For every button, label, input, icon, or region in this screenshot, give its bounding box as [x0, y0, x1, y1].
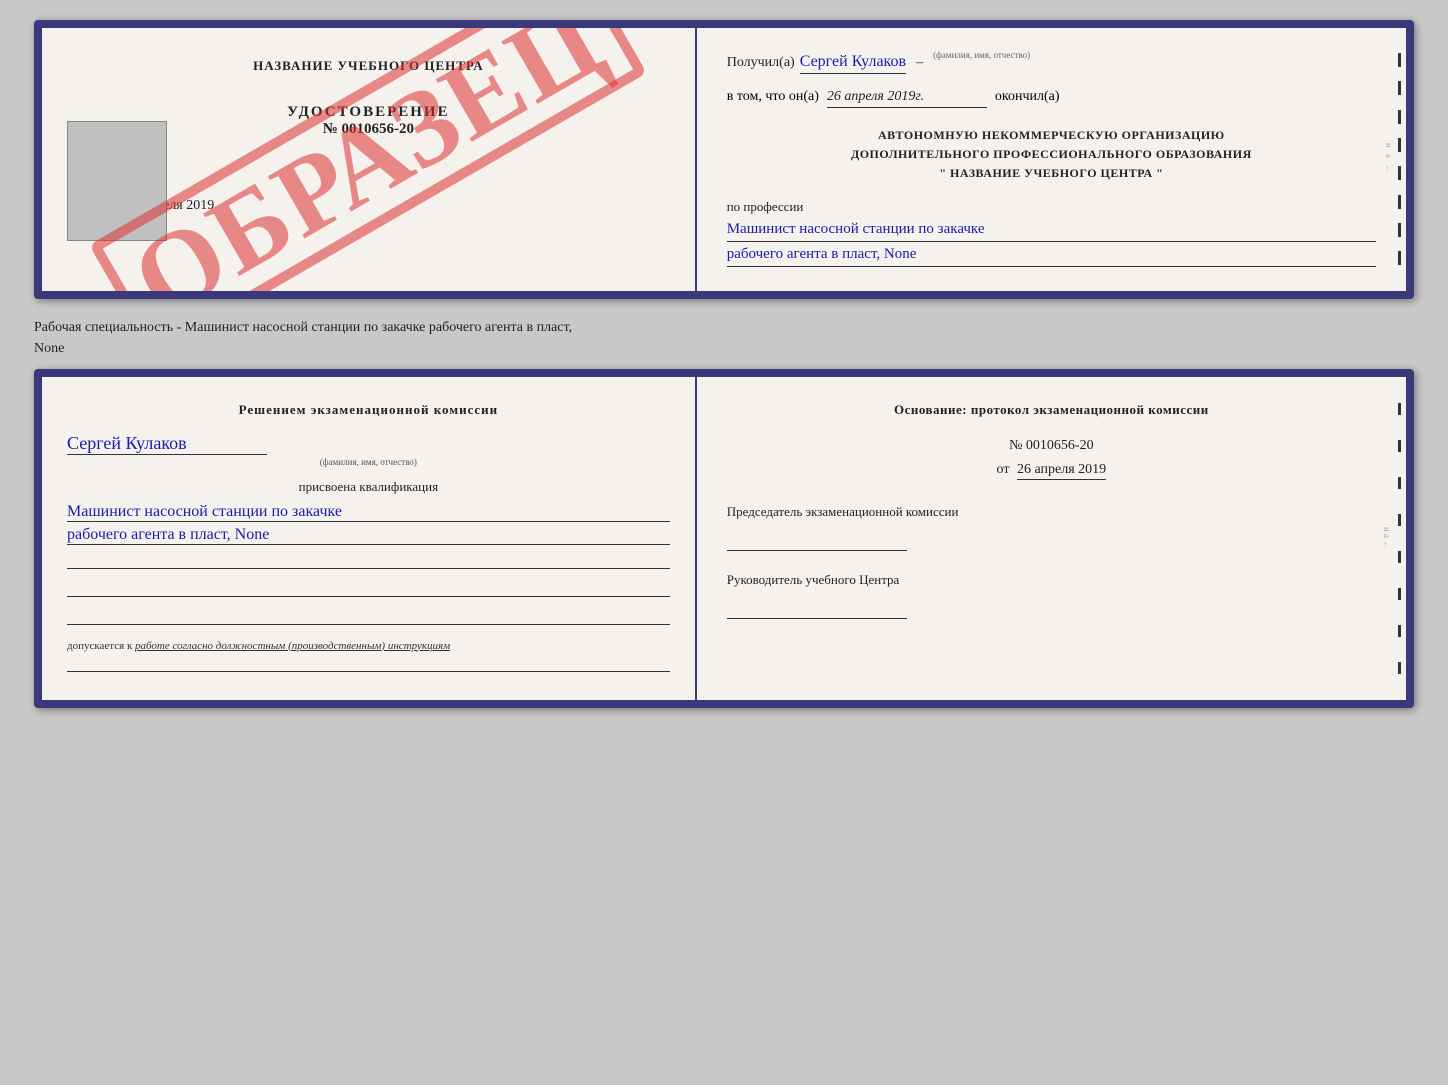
side-line	[1398, 166, 1401, 180]
permission-block: допускается к работе согласно должностны…	[67, 640, 670, 652]
recipient-hint: (фамилия, имя, отчество)	[933, 50, 1030, 60]
date-value: 26 апреля 2019г.	[827, 89, 987, 108]
name-hint: (фамилия, имя, отчество)	[67, 457, 670, 467]
decision-title: Решением экзаменационной комиссии	[67, 402, 670, 418]
bottom-doc-right: Основание: протокол экзаменационной коми…	[697, 377, 1406, 700]
r-side-line	[1398, 403, 1401, 415]
finished-label: окончил(а)	[995, 89, 1060, 105]
bottom-person-name: Сергей Кулаков	[67, 433, 267, 455]
cert-label: УДОСТОВЕРЕНИЕ	[67, 104, 670, 121]
protocol-number: № 0010656-20	[727, 438, 1376, 454]
org-block: АВТОНОМНУЮ НЕКОММЕРЧЕСКУЮ ОРГАНИЗАЦИЮ ДО…	[727, 126, 1376, 184]
qual-line2: рабочего агента в пласт, None	[67, 526, 670, 545]
side-line	[1398, 53, 1401, 67]
permission-prefix: допускается к	[67, 640, 132, 652]
side-line	[1398, 195, 1401, 209]
side-line	[1398, 110, 1401, 124]
r-side-line	[1398, 662, 1401, 674]
received-label: Получил(а)	[727, 55, 795, 71]
side-line	[1398, 138, 1401, 152]
top-school-name: НАЗВАНИЕ УЧЕБНОГО ЦЕНТРА	[67, 58, 670, 74]
side-line	[1398, 251, 1401, 265]
profession-label: по профессии	[727, 199, 1376, 215]
chairman-title: Председатель экзаменационной комиссии	[727, 503, 1376, 521]
org-line3: " НАЗВАНИЕ УЧЕБНОГО ЦЕНТРА "	[727, 164, 1376, 183]
top-document: НАЗВАНИЕ УЧЕБНОГО ЦЕНТРА УДОСТОВЕРЕНИЕ №…	[34, 20, 1414, 299]
protocol-number-value: № 0010656-20	[1009, 438, 1094, 453]
protocol-date-prefix: от	[997, 462, 1010, 477]
chairman-block: Председатель экзаменационной комиссии	[727, 503, 1376, 551]
profession-line1: Машинист насосной станции по закачке	[727, 221, 1376, 242]
side-line	[1398, 223, 1401, 237]
person-name-area: Сергей Кулаков	[67, 433, 670, 457]
protocol-date: от 26 апреля 2019	[727, 462, 1376, 478]
r-side-line	[1398, 440, 1401, 452]
qualification-label: присвоена квалификация	[67, 479, 670, 495]
chairman-signature-line	[727, 526, 907, 551]
basis-title: Основание: протокол экзаменационной коми…	[727, 402, 1376, 418]
r-side-line	[1398, 477, 1401, 489]
center-head-signature-line	[727, 594, 907, 619]
profession-line2: рабочего агента в пласт, None	[727, 246, 1376, 267]
received-line: Получил(а) Сергей Кулаков – (фамилия, им…	[727, 53, 1376, 74]
caption-line2: None	[34, 341, 64, 356]
org-line1: АВТОНОМНУЮ НЕКОММЕРЧЕСКУЮ ОРГАНИЗАЦИЮ	[727, 126, 1376, 145]
r-side-line	[1398, 551, 1401, 563]
r-side-line	[1398, 588, 1401, 600]
center-head-title: Руководитель учебного Центра	[727, 571, 1376, 589]
recipient-name: Сергей Кулаков	[800, 53, 906, 74]
underline-4	[67, 652, 670, 672]
top-doc-left: НАЗВАНИЕ УЧЕБНОГО ЦЕНТРА УДОСТОВЕРЕНИЕ №…	[42, 28, 697, 291]
side-decoration	[1398, 28, 1401, 291]
underline-1	[67, 549, 670, 569]
side-deco-text: и а ←	[1384, 143, 1394, 175]
permission-text: работе согласно должностным (производств…	[135, 640, 450, 652]
caption-line1: Рабочая специальность - Машинист насосно…	[34, 320, 572, 335]
caption-area: Рабочая специальность - Машинист насосно…	[34, 317, 1414, 359]
center-head-block: Руководитель учебного Центра	[727, 571, 1376, 619]
right-deco-text: и а ←	[1382, 527, 1392, 549]
underline-3	[67, 605, 670, 625]
r-side-line	[1398, 625, 1401, 637]
bottom-doc-left: Решением экзаменационной комиссии Сергей…	[42, 377, 697, 700]
underline-2	[67, 577, 670, 597]
photo-placeholder	[67, 121, 167, 241]
date-prefix: в том, что он(а)	[727, 89, 819, 105]
date-line: в том, что он(а) 26 апреля 2019г. окончи…	[727, 89, 1376, 108]
qual-line1: Машинист насосной станции по закачке	[67, 503, 670, 522]
protocol-date-value: 26 апреля 2019	[1017, 462, 1106, 480]
r-side-line	[1398, 514, 1401, 526]
org-line2: ДОПОЛНИТЕЛЬНОГО ПРОФЕССИОНАЛЬНОГО ОБРАЗО…	[727, 145, 1376, 164]
right-side-decoration	[1398, 377, 1401, 700]
side-line	[1398, 81, 1401, 95]
top-doc-right: Получил(а) Сергей Кулаков – (фамилия, им…	[697, 28, 1406, 291]
bottom-document: Решением экзаменационной комиссии Сергей…	[34, 369, 1414, 708]
